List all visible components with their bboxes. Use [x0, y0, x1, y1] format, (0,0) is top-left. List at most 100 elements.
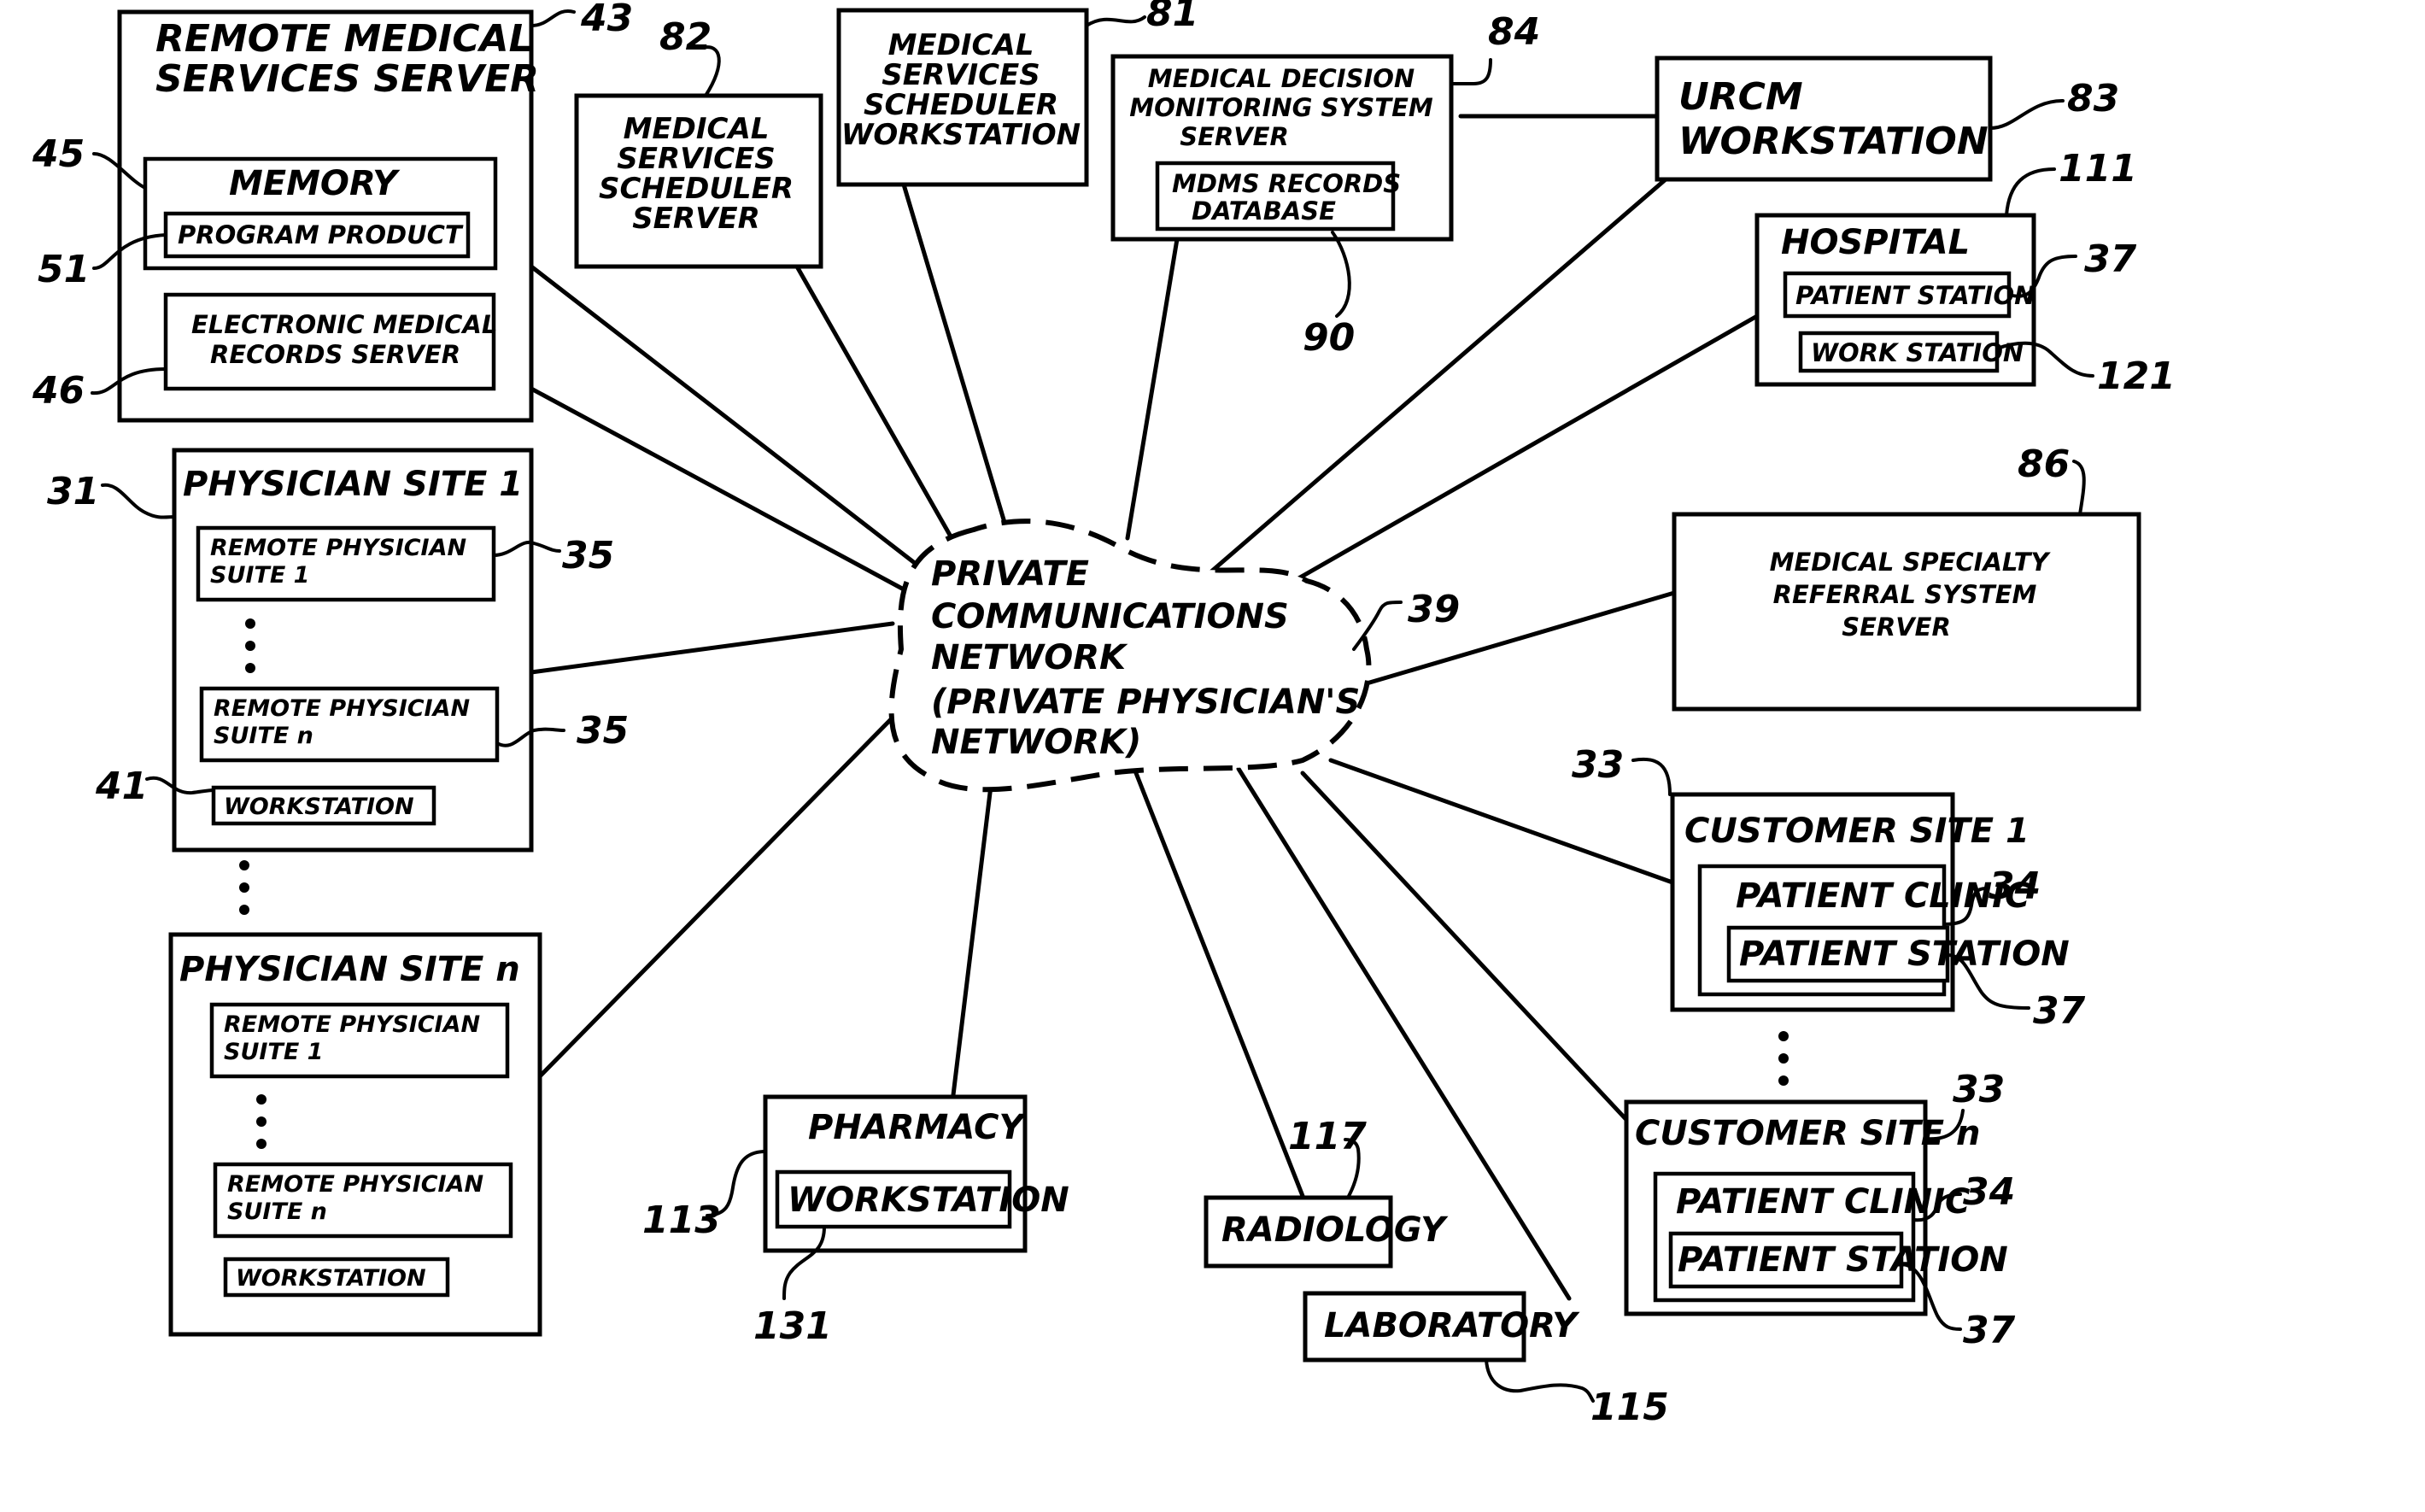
customer-site-n-station-label: PATIENT STATION — [1678, 1240, 2008, 1280]
ellipsis-dot — [256, 1116, 267, 1127]
customer-site-1-ref-leader — [1631, 757, 1672, 796]
hospital-work-station-ref-number: 121 — [2097, 355, 2176, 398]
customer-site-n-label: CUSTOMER SITE n — [1635, 1114, 1981, 1153]
pharmacy-label: PHARMACY — [808, 1108, 1027, 1147]
customer-site-1-clinic-ref-number: 34 — [1989, 864, 2041, 908]
scheduler-server-ref-number: 82 — [659, 15, 712, 59]
laboratory-ref-leader — [1485, 1358, 1595, 1403]
scheduler-server-line-1: MEDICAL — [624, 112, 770, 146]
hospital-ref-number: 111 — [2059, 147, 2137, 190]
urcm-line-1: URCM — [1678, 75, 1803, 119]
physician-site-1: PHYSICIAN SITE 1 REMOTE PHYSICIAN SUITE … — [47, 448, 629, 853]
suite-n-ref-number: 35 — [577, 709, 629, 753]
hospital: HOSPITAL PATIENT STATION WORK STATION 11… — [1754, 147, 2176, 398]
ellipsis-dot — [245, 663, 255, 673]
mdms-ref-leader — [1450, 58, 1492, 85]
physician-site-n-suite-n-line-1: REMOTE PHYSICIAN — [227, 1171, 484, 1198]
link-customer-site-n — [1300, 771, 1668, 1164]
physician-site-n-label: PHYSICIAN SITE n — [179, 950, 520, 989]
referral-line-2: REFERRAL SYSTEM — [1773, 580, 2037, 609]
scheduler-workstation-ref-leader — [1085, 15, 1146, 27]
link-mdms-server — [1125, 237, 1180, 541]
memory-block: MEMORY PROGRAM PRODUCT — [143, 156, 498, 271]
physician-site-n-suite-1-line-1: REMOTE PHYSICIAN — [224, 1011, 481, 1038]
physician-site-1-suite-n-line-1: REMOTE PHYSICIAN — [214, 695, 471, 722]
network-ref-number: 39 — [1408, 588, 1460, 631]
physician-site-1-suite-n-line-2: SUITE n — [214, 723, 313, 749]
pharmacy-workstation-ref-number: 131 — [753, 1304, 832, 1348]
ellipsis-dot — [245, 641, 255, 651]
private-communications-network: PRIVATE COMMUNICATIONS NETWORK (PRIVATE … — [888, 519, 1460, 793]
ellipsis-dot — [1778, 1053, 1789, 1064]
hospital-patient-station-label: PATIENT STATION — [1795, 281, 2035, 310]
mdms-database-ref-leader — [1331, 231, 1351, 318]
emr-server-ref-number: 46 — [32, 369, 85, 413]
network-label-line-1: PRIVATE — [931, 554, 1089, 594]
program-product-label: PROGRAM PRODUCT — [178, 220, 464, 249]
physician-site-1-ref-leader — [101, 483, 176, 519]
ellipsis-dot — [1778, 1031, 1789, 1041]
ellipsis-dot — [239, 860, 249, 870]
network-ref-leader — [1352, 601, 1403, 651]
referral-line-1: MEDICAL SPECIALTY — [1770, 548, 2052, 577]
physician-site-n-workstation-label: WORKSTATION — [236, 1265, 426, 1292]
customer-site-1-ref-number: 33 — [1572, 743, 1624, 787]
program-product-ref-number: 51 — [38, 248, 90, 291]
referral-line-3: SERVER — [1842, 612, 1951, 642]
customer-site-1: CUSTOMER SITE 1 PATIENT CLINIC PATIENT S… — [1572, 743, 2086, 1033]
remote-server-ref-number: 43 — [580, 0, 633, 40]
pharmacy-ref-number: 113 — [642, 1198, 721, 1242]
radiology-ref-number: 117 — [1288, 1115, 1367, 1158]
link-scheduler-server — [794, 264, 953, 539]
memory-ref-number: 45 — [32, 132, 85, 176]
emr-server-line-1: ELECTRONIC MEDICAL — [191, 310, 497, 339]
radiology: RADIOLOGY 117 — [1204, 1115, 1449, 1269]
memory-label: MEMORY — [229, 164, 401, 203]
physician-site-n-suite-n-line-2: SUITE n — [227, 1198, 327, 1225]
scheduler-workstation-ref-number: 81 — [1146, 0, 1198, 35]
network-diagram: PRIVATE COMMUNICATIONS NETWORK (PRIVATE … — [32, 0, 2176, 1429]
ellipsis-dot — [245, 618, 255, 629]
suite-1-ref-number: 35 — [562, 534, 614, 577]
network-label-line-2: COMMUNICATIONS — [931, 597, 1289, 636]
mdms-server: MEDICAL DECISION MONITORING SYSTEM SERVE… — [1110, 10, 1540, 360]
mdms-server-line-2: MONITORING SYSTEM — [1129, 93, 1433, 122]
mdms-database-line-1: MDMS RECORDS — [1172, 169, 1401, 198]
workstation-41-ref-number: 41 — [95, 765, 148, 808]
scheduler-server-line-2: SERVICES — [617, 142, 776, 176]
remote-medical-services-server: REMOTE MEDICAL SERVICES SERVER 43 MEMORY… — [32, 0, 633, 423]
scheduler-server-line-3: SCHEDULER — [599, 172, 794, 206]
remote-server-title-line-2: SERVICES SERVER — [155, 57, 539, 101]
hospital-ref-leader — [2005, 167, 2056, 217]
mdms-database-line-2: DATABASE — [1192, 196, 1336, 226]
urcm-ref-number: 83 — [2067, 77, 2119, 120]
ellipsis-dot — [1778, 1075, 1789, 1086]
laboratory-ref-number: 115 — [1590, 1386, 1669, 1429]
scheduler-server: MEDICAL SERVICES SCHEDULER SERVER 82 — [574, 15, 823, 269]
scheduler-workstation-line-4: WORKSTATION — [841, 118, 1081, 152]
physician-site-1-suite-1-line-1: REMOTE PHYSICIAN — [210, 535, 467, 561]
customer-site-1-clinic-label: PATIENT CLINIC — [1736, 876, 2030, 916]
remote-server-ref-leader — [530, 9, 576, 27]
hospital-work-station-label: WORK STATION — [1811, 338, 2024, 367]
referral-server: MEDICAL SPECIALTY REFERRAL SYSTEM SERVER… — [1672, 442, 2141, 712]
customer-site-n: CUSTOMER SITE n PATIENT CLINIC PATIENT S… — [1624, 1068, 2016, 1352]
emr-server-line-2: RECORDS SERVER — [210, 340, 460, 369]
customer-site-n-clinic-label: PATIENT CLINIC — [1676, 1182, 1970, 1222]
physician-site-n: PHYSICIAN SITE n REMOTE PHYSICIAN SUITE … — [168, 932, 542, 1337]
scheduler-workstation-line-1: MEDICAL — [888, 28, 1034, 62]
physician-site-1-workstation-label: WORKSTATION — [224, 794, 414, 820]
customer-site-n-station-ref-number: 37 — [1963, 1309, 2016, 1352]
ellipsis-dot — [256, 1094, 267, 1105]
pharmacy-workstation-label: WORKSTATION — [788, 1181, 1069, 1220]
link-pharmacy — [950, 783, 993, 1105]
scheduler-workstation-line-2: SERVICES — [882, 58, 1040, 92]
remote-server-title-line-1: REMOTE MEDICAL — [155, 17, 533, 61]
pharmacy: PHARMACY WORKSTATION 113 131 — [642, 1094, 1069, 1348]
laboratory-label: LABORATORY — [1324, 1306, 1580, 1345]
physician-site-1-ref-number: 31 — [47, 470, 99, 513]
customer-site-n-clinic-ref-number: 34 — [1963, 1170, 2015, 1214]
ellipsis-dot — [239, 882, 249, 893]
mdms-server-line-3: SERVER — [1180, 122, 1289, 151]
urcm-ref-leader — [1989, 99, 2065, 130]
